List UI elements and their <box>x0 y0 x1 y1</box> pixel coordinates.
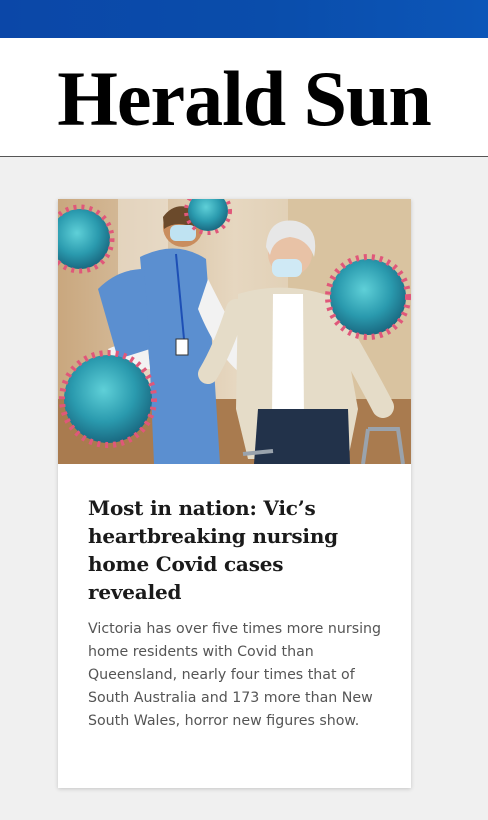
article-image[interactable] <box>58 199 411 464</box>
top-bar <box>0 0 488 38</box>
herald-sun-logo[interactable]: Herald Sun <box>57 60 432 138</box>
article-card-body: Most in nation: Vic’s heartbreaking nurs… <box>58 464 411 733</box>
article-headline[interactable]: Most in nation: Vic’s heartbreaking nurs… <box>88 494 383 606</box>
masthead: Herald Sun <box>0 38 488 157</box>
article-card[interactable]: Most in nation: Vic’s heartbreaking nurs… <box>58 199 411 788</box>
article-summary: Victoria has over five times more nursin… <box>88 621 382 729</box>
